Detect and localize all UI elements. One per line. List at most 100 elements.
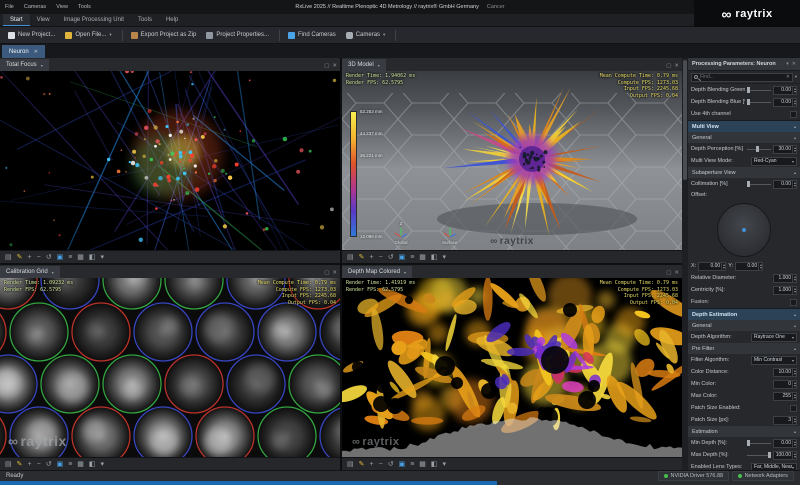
menu-file[interactable]: File	[5, 4, 14, 10]
centricity-value[interactable]: 1.000	[773, 285, 797, 295]
spinner-arrows-icon[interactable]	[792, 180, 796, 188]
layers-icon[interactable]: ≡	[68, 458, 72, 471]
grid-icon[interactable]: ▦	[419, 458, 426, 471]
section-multi-view[interactable]: Multi View ▴	[688, 120, 800, 132]
max-color-value[interactable]: 255	[773, 391, 797, 401]
depth-algorithm-dropdown[interactable]: Raytrace One ▾	[751, 332, 797, 342]
offset-y-value[interactable]: 0.00	[735, 261, 764, 271]
enabled-lens-types-dropdown[interactable]: Far, Middle, Near ▾	[751, 462, 797, 470]
pin-icon[interactable]: ▾	[786, 61, 789, 67]
subsection-subaperture-view[interactable]: Subaperture View ▴	[688, 167, 800, 178]
camera-select-icon[interactable]: ▤	[5, 458, 12, 471]
spinner-arrows-icon[interactable]	[721, 262, 725, 270]
filter-algorithm-dropdown[interactable]: Min Contrast ▾	[751, 355, 797, 365]
maximize-icon[interactable]: ▢	[324, 270, 329, 277]
layers-icon[interactable]: ≡	[68, 251, 72, 264]
close-icon[interactable]: ✕	[34, 49, 38, 55]
menu-view[interactable]: View	[56, 4, 68, 10]
reset-view-icon[interactable]: ↺	[388, 251, 394, 264]
clear-search-icon[interactable]: ✕	[786, 74, 790, 80]
fit-view-icon[interactable]: ▣	[57, 251, 64, 264]
zoom-out-icon[interactable]: −	[37, 458, 41, 471]
calibration-canvas[interactable]: Render Time: 1.09232 ms Render FPS: 62.5…	[0, 278, 340, 457]
grid-icon[interactable]: ▦	[419, 251, 426, 264]
fit-view-icon[interactable]: ▣	[399, 251, 406, 264]
new-project-button[interactable]: New Project...	[4, 29, 59, 42]
depth-blending-blue-value[interactable]: 0.00	[773, 97, 797, 107]
search-options-icon[interactable]: ▾	[795, 74, 797, 80]
fit-view-icon[interactable]: ▣	[57, 458, 64, 471]
spinner-arrows-icon[interactable]	[792, 86, 796, 94]
zoom-out-icon[interactable]: −	[379, 458, 383, 471]
subsection-estimation[interactable]: Estimation ▴	[688, 426, 800, 437]
cameras-dropdown[interactable]: Cameras ▾	[342, 29, 390, 42]
maximize-icon[interactable]: ▢	[666, 270, 671, 277]
reset-view-icon[interactable]: ↺	[388, 458, 394, 471]
min-color-value[interactable]: 0	[773, 379, 797, 389]
3d-model-canvas[interactable]: Render Time: 1.94062 ms Render FPS: 62.5…	[342, 71, 682, 250]
edit-icon[interactable]: ✎	[359, 251, 365, 264]
offset-pad-control[interactable]	[717, 203, 771, 257]
offset-x-value[interactable]: 0.00	[698, 261, 727, 271]
settings-icon[interactable]: ◧	[431, 251, 438, 264]
spinner-arrows-icon[interactable]	[792, 286, 796, 294]
project-properties-button[interactable]: Project Properties...	[202, 29, 273, 42]
reset-view-icon[interactable]: ↺	[46, 458, 52, 471]
edit-icon[interactable]: ✎	[359, 458, 365, 471]
collimation-value[interactable]: 0.00	[773, 179, 797, 189]
depth-blending-blue-slider[interactable]	[747, 98, 771, 106]
export-zip-button[interactable]: Export Project as Zip	[127, 29, 201, 42]
spinner-arrows-icon[interactable]	[792, 416, 796, 424]
more-icon[interactable]: ▾	[101, 251, 105, 264]
tab-view[interactable]: View	[30, 14, 57, 26]
min-depth-slider[interactable]	[747, 439, 771, 447]
depth-blending-green-value[interactable]: 0.00	[773, 85, 797, 95]
patch-size-enabled-checkbox[interactable]	[790, 404, 797, 412]
viewport-tab-depth-map[interactable]: Depth Map Colored ▾	[342, 266, 413, 278]
patch-size-value[interactable]: 3	[773, 415, 797, 425]
menu-cameras[interactable]: Cameras	[24, 4, 46, 10]
close-icon[interactable]: ✕	[332, 63, 337, 70]
subsection-general[interactable]: General ▴	[688, 132, 800, 143]
more-icon[interactable]: ▾	[101, 458, 105, 471]
total-focus-canvas[interactable]	[0, 71, 340, 250]
settings-icon[interactable]: ◧	[89, 458, 96, 471]
grid-icon[interactable]: ▦	[77, 251, 84, 264]
close-icon[interactable]: ✕	[674, 63, 679, 70]
spinner-arrows-icon[interactable]	[792, 392, 796, 400]
subsection-general-2[interactable]: General ▴	[688, 320, 800, 331]
layers-icon[interactable]: ≡	[410, 458, 414, 471]
spinner-arrows-icon[interactable]	[792, 98, 796, 106]
min-depth-value[interactable]: 0.00	[773, 438, 797, 448]
settings-icon[interactable]: ◧	[431, 458, 438, 471]
spinner-arrows-icon[interactable]	[792, 380, 796, 388]
depth-map-canvas[interactable]: Render Time: 1.41919 ms Render FPS: 62.5…	[342, 278, 682, 457]
maximize-icon[interactable]: ▢	[666, 63, 671, 70]
viewport-tab-3d-model[interactable]: 3D Model ▾	[342, 59, 386, 71]
grid-icon[interactable]: ▦	[77, 458, 84, 471]
depth-blending-green-slider[interactable]	[747, 86, 771, 94]
find-input[interactable]	[700, 74, 784, 80]
tab-image-processing-unit[interactable]: Image Processing Unit	[57, 14, 131, 26]
more-icon[interactable]: ▾	[443, 458, 447, 471]
collimation-slider[interactable]	[747, 180, 771, 188]
network-adapters-status[interactable]: Network Adapters	[732, 471, 794, 481]
panel-scrollbar[interactable]	[682, 58, 688, 470]
viewport-tab-total-focus[interactable]: Total Focus ▾	[0, 59, 49, 71]
zoom-in-icon[interactable]: +	[28, 458, 32, 471]
zoom-out-icon[interactable]: −	[37, 251, 41, 264]
spinner-arrows-icon[interactable]	[792, 145, 796, 153]
tab-start[interactable]: Start	[3, 14, 30, 26]
close-icon[interactable]: ✕	[332, 270, 337, 277]
settings-icon[interactable]: ◧	[89, 251, 96, 264]
close-icon[interactable]: ✕	[792, 61, 796, 67]
reset-view-icon[interactable]: ↺	[46, 251, 52, 264]
depth-perception-value[interactable]: 30.00	[773, 144, 797, 154]
menu-tools[interactable]: Tools	[78, 4, 91, 10]
camera-select-icon[interactable]: ▤	[347, 458, 354, 471]
camera-select-icon[interactable]: ▤	[5, 251, 12, 264]
spinner-arrows-icon[interactable]	[758, 262, 762, 270]
find-cameras-button[interactable]: Find Cameras	[284, 29, 340, 42]
zoom-in-icon[interactable]: +	[370, 458, 374, 471]
spinner-arrows-icon[interactable]	[792, 274, 796, 282]
